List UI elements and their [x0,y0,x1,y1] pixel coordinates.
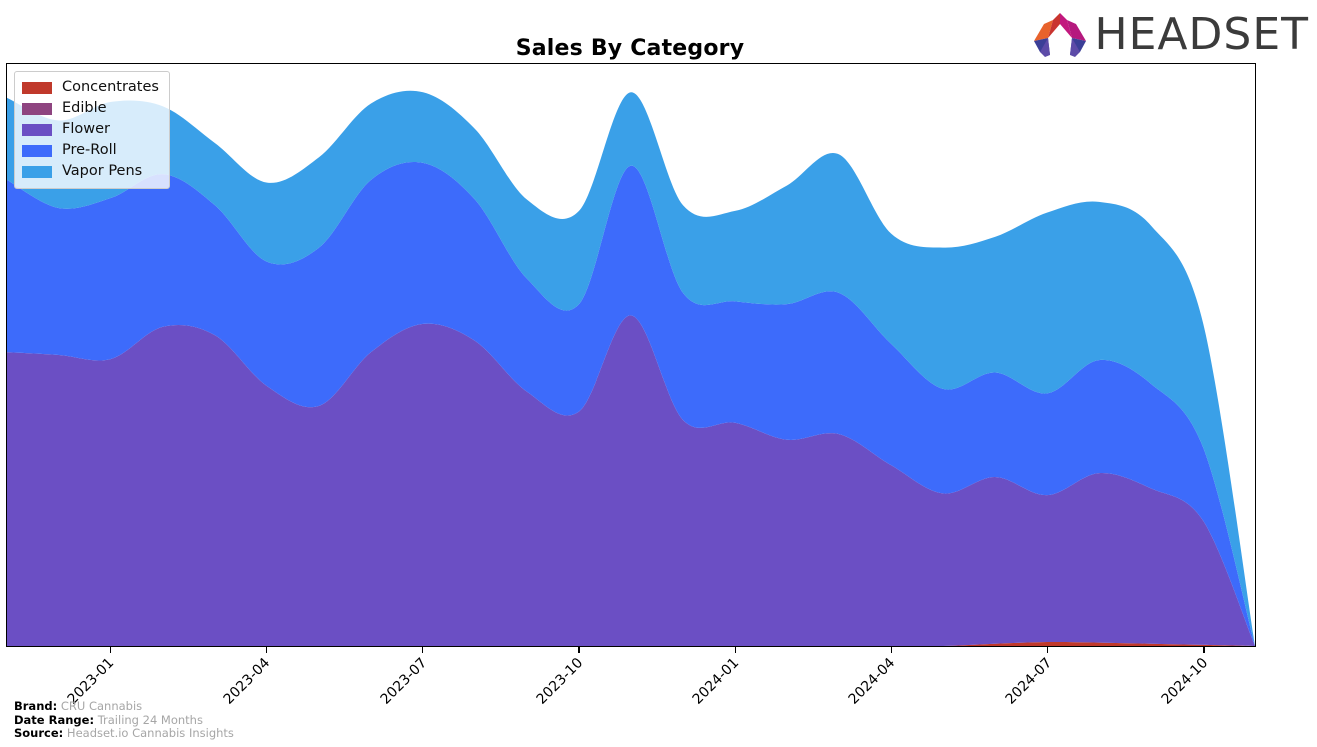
legend-item-label: Edible [62,100,107,117]
x-axis-tick-label: 2024-01 [689,655,743,708]
footer-value: Headset.io Cannabis Insights [63,726,234,740]
legend-item-vapor-pens[interactable]: Vapor Pens [22,161,159,182]
legend-item-label: Concentrates [62,79,159,96]
footer-value: CRU Cannabis [57,699,143,713]
legend-item-concentrates[interactable]: Concentrates [22,77,159,98]
legend-item-pre-roll[interactable]: Pre-Roll [22,140,159,161]
legend-swatch-icon [22,165,52,178]
x-axis-tick-mark [578,647,580,653]
stacked-area-chart [7,90,1255,646]
chart-footer: Brand: CRU Cannabis Date Range: Trailing … [14,699,234,741]
footer-row: Date Range: Trailing 24 Months [14,712,234,728]
x-axis-tick-label: 2023-07 [377,655,430,708]
footer-row: Brand: CRU Cannabis [14,699,234,714]
footer-row: Source: Headset.io Cannabis Insights [14,726,234,741]
x-axis-tick-label: 2024-04 [846,655,899,708]
legend-item-label: Vapor Pens [62,163,143,180]
legend-item-flower[interactable]: Flower [22,119,159,140]
footer-key: Date Range: [14,712,95,727]
x-axis-tick-mark [890,647,893,653]
x-axis: 2023-01 2023-04 2023-07 2023-10 2024-01 2024-… [6,647,1256,708]
x-axis-tick-mark [422,647,424,653]
x-axis-tick-label: 2024-10 [1158,655,1212,708]
x-axis-tick-label: 2024-07 [1002,655,1055,708]
x-axis-tick-mark [1203,647,1205,653]
x-axis-tick-mark [734,647,736,653]
headset-logo-mark [1033,13,1086,57]
x-axis-tick-mark [1047,647,1049,653]
headset-logo-wordmark: HEADSET [1094,9,1309,60]
legend-swatch-icon [22,123,52,136]
x-axis-tick-mark [109,647,111,653]
footer-key: Source: [14,726,64,740]
legend-item-edible[interactable]: Edible [22,98,159,119]
headset-logo: HEADSET [1031,8,1309,62]
footer-value: Trailing 24 Months [94,712,203,727]
legend-swatch-icon [22,81,52,94]
legend-swatch-icon [22,144,52,157]
chart-legend[interactable]: Concentrates Edible Flower Pre-Roll Vapor Pe… [14,71,170,189]
chart-plot-area [6,63,1256,647]
footer-key: Brand: [14,699,58,713]
legend-item-label: Pre-Roll [62,142,117,159]
legend-item-label: Flower [62,121,110,138]
x-axis-tick-mark [265,647,268,653]
x-axis-tick-label: 2023-10 [533,655,587,708]
legend-swatch-icon [22,102,52,115]
